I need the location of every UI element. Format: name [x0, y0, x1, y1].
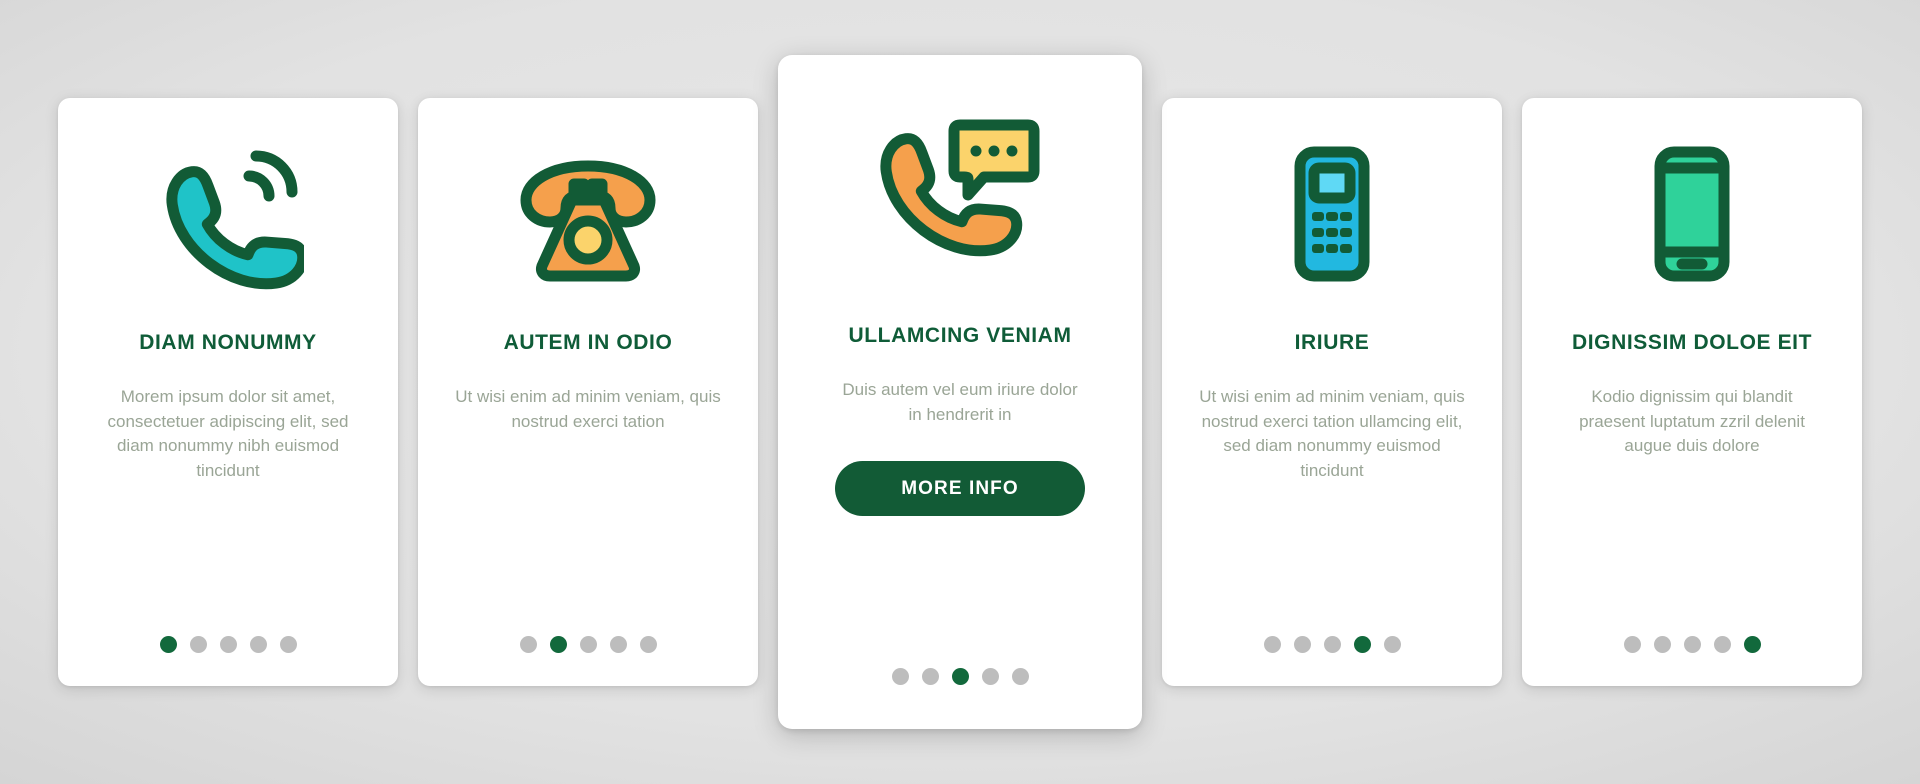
pagination-dot-3[interactable]	[951, 668, 969, 685]
onboarding-card-5[interactable]: DIGNISSIM DOLOE EIT Kodio dignissim qui …	[1522, 98, 1862, 686]
pagination-dot-5[interactable]	[639, 636, 657, 653]
pagination-dot-4[interactable]	[249, 636, 267, 653]
pagination-dot-5[interactable]	[1743, 636, 1761, 653]
card-body: Duis autem vel eum iriure dolor in hendr…	[842, 380, 1078, 424]
pagination-dot-1[interactable]	[1263, 636, 1281, 653]
onboarding-card-3[interactable]: ULLAMCING VENIAM Duis autem vel eum iriu…	[778, 55, 1142, 729]
onboarding-carousel: DIAM NONUMMY Morem ipsum dolor sit amet,…	[0, 0, 1920, 784]
more-info-button[interactable]: MORE INFO	[835, 461, 1085, 517]
pagination-dot-3[interactable]	[1683, 636, 1701, 653]
pagination-dot-2[interactable]	[549, 636, 567, 653]
card-title: DIAM NONUMMY	[139, 331, 317, 354]
card-body: Ut wisi enim ad minim veniam, quis nostr…	[455, 387, 721, 431]
pagination-dot-1[interactable]	[891, 668, 909, 685]
pagination-dot-4[interactable]	[609, 636, 627, 653]
pagination-dots	[891, 668, 1029, 729]
pagination-dot-3[interactable]	[219, 636, 237, 653]
pagination-dots	[1623, 636, 1761, 686]
handset-chat-icon	[800, 55, 1120, 323]
feature-phone-icon	[1184, 98, 1480, 330]
pagination-dots	[519, 636, 657, 686]
pagination-dot-4[interactable]	[981, 668, 999, 685]
onboarding-card-4[interactable]: IRIURE Ut wisi enim ad minim veniam, qui…	[1162, 98, 1502, 686]
smartphone-icon	[1544, 98, 1840, 330]
pagination-dot-4[interactable]	[1713, 636, 1731, 653]
pagination-dot-1[interactable]	[519, 636, 537, 653]
onboarding-card-1[interactable]: DIAM NONUMMY Morem ipsum dolor sit amet,…	[58, 98, 398, 686]
card-body: Kodio dignissim qui blandit praesent lup…	[1579, 387, 1805, 456]
pagination-dot-2[interactable]	[1293, 636, 1311, 653]
pagination-dot-2[interactable]	[921, 668, 939, 685]
card-title: ULLAMCING VENIAM	[848, 324, 1072, 347]
pagination-dot-5[interactable]	[1011, 668, 1029, 685]
card-title: IRIURE	[1294, 331, 1370, 354]
card-title: AUTEM IN ODIO	[503, 331, 673, 354]
pagination-dot-1[interactable]	[159, 636, 177, 653]
pagination-dot-3[interactable]	[579, 636, 597, 653]
pagination-dot-5[interactable]	[1383, 636, 1401, 653]
card-body: Morem ipsum dolor sit amet, consectetuer…	[107, 387, 349, 481]
pagination-dot-4[interactable]	[1353, 636, 1371, 653]
pagination-dots	[1263, 636, 1401, 686]
card-title: DIGNISSIM DOLOE EIT	[1571, 331, 1813, 354]
pagination-dot-5[interactable]	[279, 636, 297, 653]
pagination-dot-1[interactable]	[1623, 636, 1641, 653]
rotary-phone-icon	[440, 98, 736, 330]
pagination-dot-2[interactable]	[189, 636, 207, 653]
ringing-handset-icon	[80, 98, 376, 330]
pagination-dot-2[interactable]	[1653, 636, 1671, 653]
card-body: Ut wisi enim ad minim veniam, quis nostr…	[1199, 387, 1465, 481]
onboarding-card-2[interactable]: AUTEM IN ODIO Ut wisi enim ad minim veni…	[418, 98, 758, 686]
pagination-dots	[159, 636, 297, 686]
pagination-dot-3[interactable]	[1323, 636, 1341, 653]
